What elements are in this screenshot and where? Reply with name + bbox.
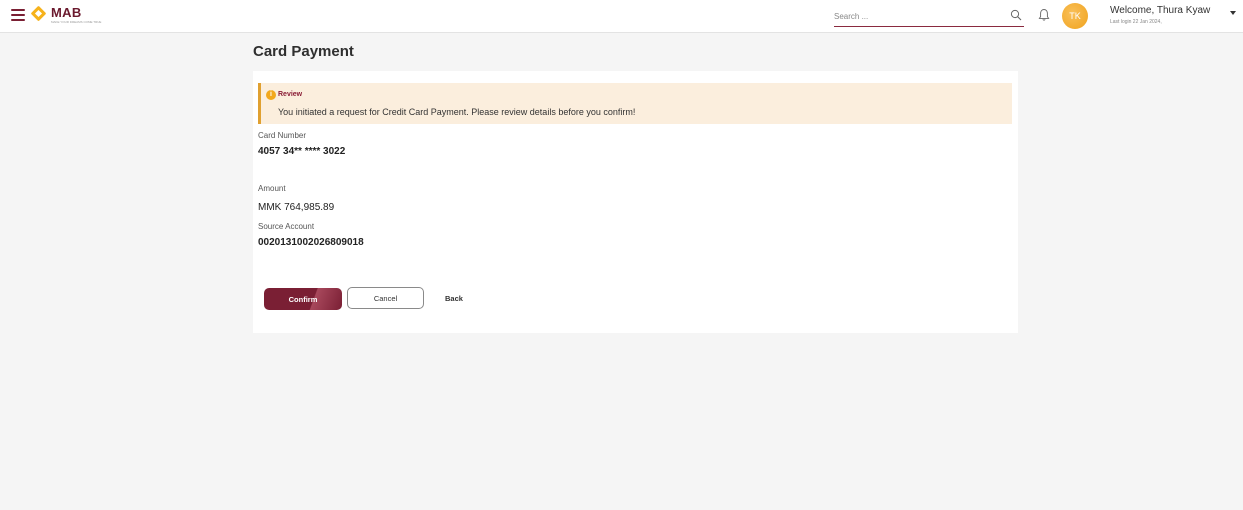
- amount-label: Amount: [258, 184, 286, 193]
- review-alert: i Review You initiated a request for Cre…: [258, 83, 1012, 124]
- review-message: You initiated a request for Credit Card …: [278, 107, 636, 117]
- last-login-text: Last login 22 Jan 2024,: [1110, 19, 1162, 25]
- search-box: [834, 5, 1024, 27]
- info-icon: i: [266, 90, 276, 100]
- welcome-text: Welcome, Thura Kyaw: [1110, 5, 1211, 16]
- page-title: Card Payment: [253, 43, 354, 60]
- confirm-button[interactable]: Confirm: [264, 288, 342, 310]
- payment-review-card: i Review You initiated a request for Cre…: [253, 71, 1018, 333]
- search-icon[interactable]: [1010, 9, 1022, 21]
- logo-text: MAB: [51, 5, 82, 20]
- logo-tagline: MAKE YOUR DREAMS COME TRUE: [51, 20, 102, 24]
- logo-diamond-icon: [30, 5, 47, 22]
- source-account-value: 0020131002026809018: [258, 237, 364, 248]
- chevron-down-icon[interactable]: [1230, 11, 1236, 15]
- search-input[interactable]: [834, 5, 994, 25]
- source-account-label: Source Account: [258, 222, 315, 231]
- card-number-label: Card Number: [258, 131, 307, 140]
- review-title: Review: [278, 91, 303, 98]
- back-button[interactable]: Back: [439, 287, 469, 309]
- bell-icon[interactable]: [1038, 8, 1050, 22]
- bank-logo[interactable]: MAB MAKE YOUR DREAMS COME TRUE: [30, 5, 102, 27]
- cancel-button[interactable]: Cancel: [347, 287, 424, 309]
- avatar[interactable]: TK: [1062, 3, 1088, 29]
- amount-value: MMK 764,985.89: [258, 202, 335, 213]
- card-number-value: 4057 34** **** 3022: [258, 146, 346, 157]
- top-header: MAB MAKE YOUR DREAMS COME TRUE TK Welcom…: [0, 0, 1243, 33]
- menu-icon[interactable]: [11, 9, 25, 21]
